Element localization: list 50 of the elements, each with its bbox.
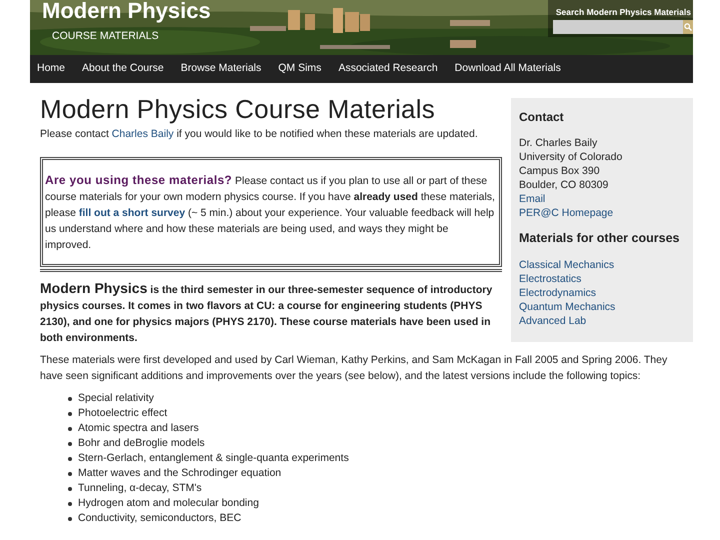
topic-item: Bohr and deBroglie models (78, 436, 205, 452)
course-link[interactable]: Classical Mechanics (519, 258, 614, 272)
contact-line: Dr. Charles Baily (519, 136, 598, 150)
bullet-icon (68, 457, 72, 462)
course-link[interactable]: Advanced Lab (519, 314, 586, 328)
nav-link[interactable]: Download All Materials (454, 61, 561, 77)
nav-link[interactable]: About the Course (82, 61, 164, 77)
history-text: These materials were first developed and used by Carl Wieman, Kathy Perkins, and Sam McKagan in Fall 2005 and Spring 2006. They have seen significant additions and improvements over the years (see below), and the latest versions include the following topics: (40, 352, 668, 384)
bullet-icon (68, 412, 72, 416)
nav-link[interactable]: Associated Research (338, 61, 438, 77)
site-subtitle: COURSE MATERIALS (52, 29, 159, 44)
topic-item: Photoelectric effect (78, 406, 168, 422)
search-button[interactable] (683, 20, 693, 34)
text-link[interactable]: fill out a short survey (78, 206, 186, 219)
search-field[interactable] (553, 20, 683, 34)
course-link[interactable]: Electrostatics (519, 272, 582, 286)
bullet-icon (68, 502, 72, 506)
contact-line: Boulder, CO 80309 (519, 178, 608, 192)
topic-item: Tunneling, α-decay, STM's (78, 481, 202, 496)
sidebar-heading: Contact (519, 109, 565, 126)
summary-text: Modern Physics is the third semester in our three-semester sequence of introductory physics courses. It comes in two flavors at CU: a course for engineering students (PHYS 2130), and one for physics majors (PHYS 2170). These course materials have been used in both environments. (40, 280, 494, 346)
bullet-icon (68, 472, 72, 476)
notice-text: Are you using these materials? Please contact us if you plan to use all or part of these course materials for your own modern physics course. If you have already used these materials, please fill out a short survey (~ 5 min.) about your experience. Your valuable feedback will help us understand where and how these materials are being used, and ways they might be improved. (45, 172, 496, 253)
bullet-icon (68, 442, 72, 446)
bullet-icon (68, 517, 72, 522)
sidebar-heading: Materials for other courses (519, 230, 680, 247)
search-label: Search Modern Physics Materials (556, 8, 691, 16)
course-link[interactable]: Electrodynamics (519, 286, 596, 300)
course-link[interactable]: Quantum Mechanics (519, 300, 616, 314)
topic-item: Hydrogen atom and molecular bonding (78, 496, 259, 512)
bullet-icon (68, 487, 72, 492)
text-link[interactable]: Charles Baily (112, 128, 174, 140)
topic-item: Stern-Gerlach, entanglement & single-quanta experiments (78, 451, 349, 466)
topic-item: Matter waves and the Schrodinger equation (78, 466, 282, 482)
nav-link[interactable]: Home (37, 61, 66, 77)
bullet-icon (68, 427, 72, 432)
contact-link[interactable]: PER@C Homepage (519, 206, 614, 220)
contact-line: Campus Box 390 (519, 164, 600, 178)
nav-link[interactable]: Browse Materials (180, 61, 262, 77)
bullet-icon (68, 397, 72, 402)
site-title[interactable]: Modern Physics (42, 0, 211, 22)
contact-link[interactable]: Email (519, 192, 546, 206)
search-icon (684, 22, 692, 30)
intro-text: Please contact Charles Baily if you would like to be notified when these materials are updated. (40, 127, 479, 142)
contact-line: University of Colorado (519, 150, 622, 164)
page-title: Modern Physics Course Materials (40, 94, 436, 124)
nav-link[interactable]: QM Sims (278, 61, 322, 77)
topic-item: Conductivity, semiconductors, BEC (78, 511, 242, 526)
topic-item: Atomic spectra and lasers (78, 421, 199, 436)
topic-item: Special relativity (78, 391, 154, 406)
